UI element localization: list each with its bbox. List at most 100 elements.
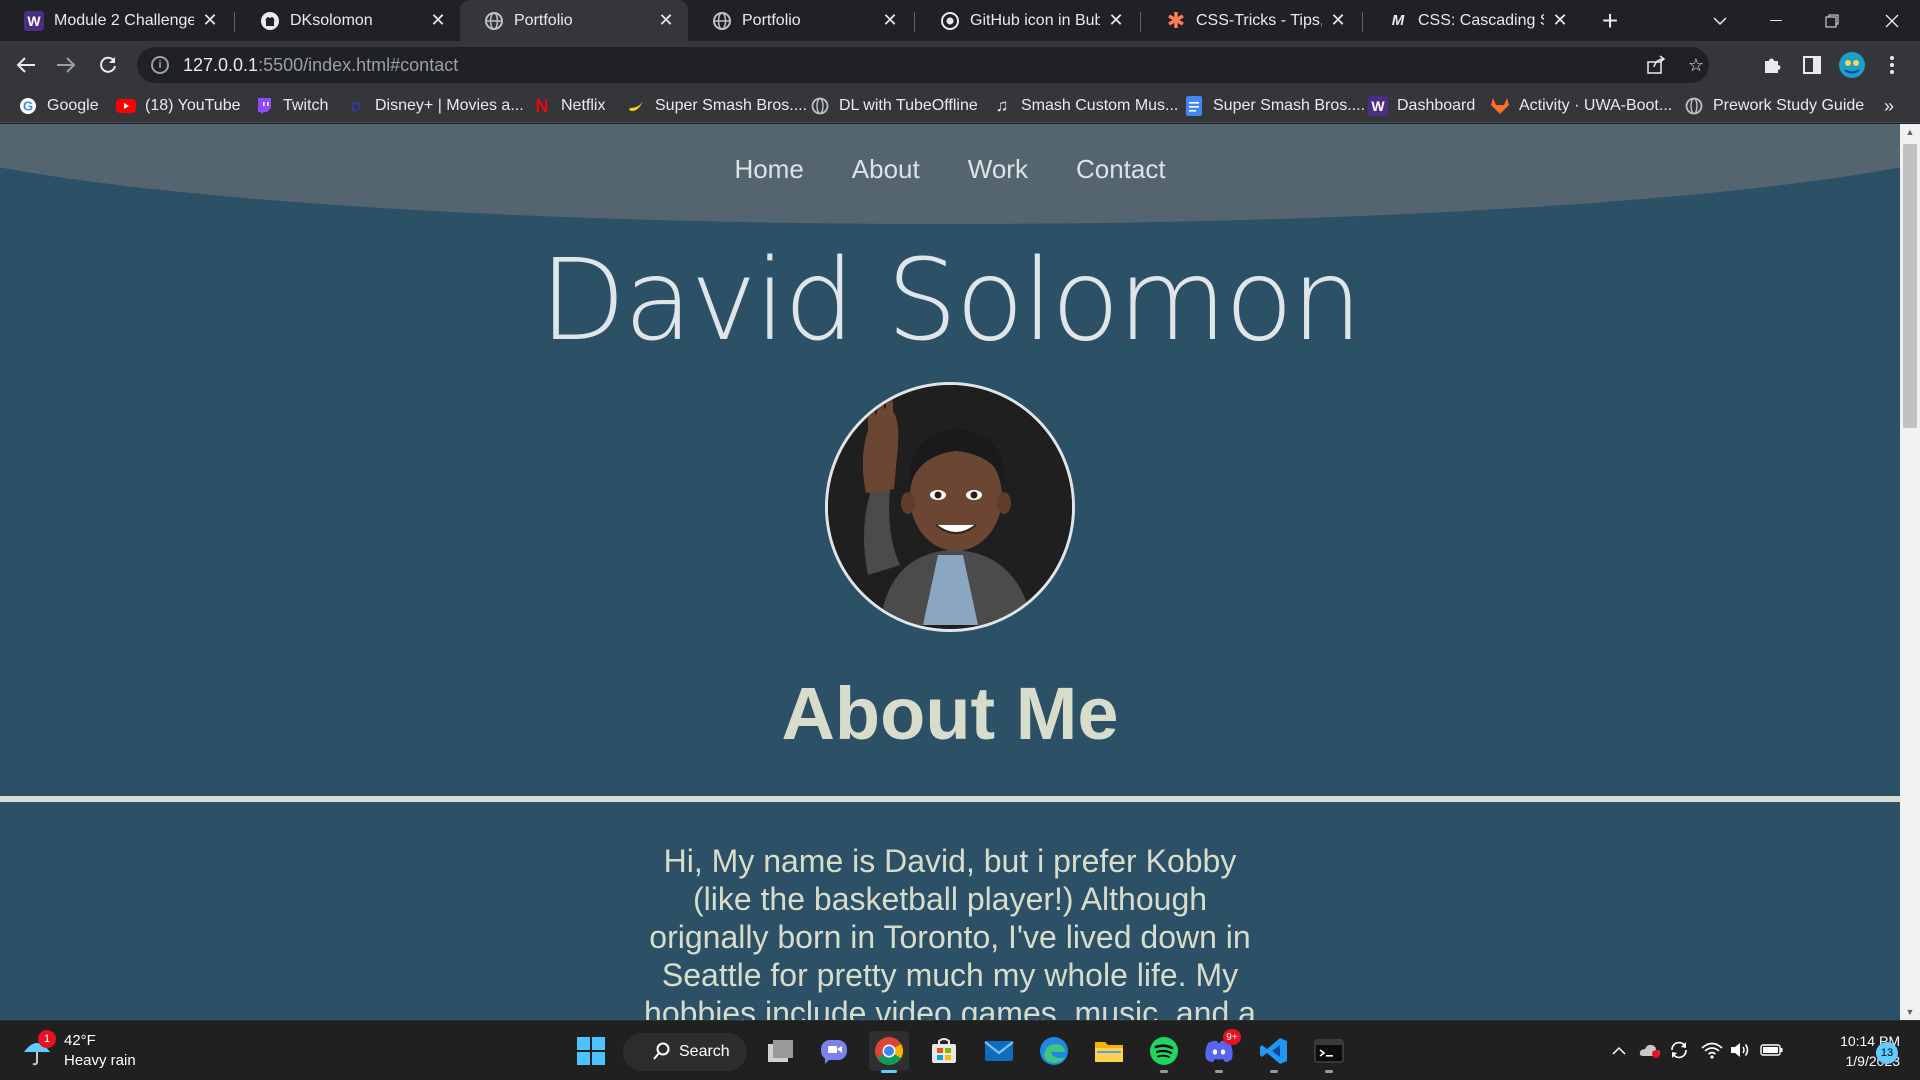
forward-arrow-icon[interactable] bbox=[50, 49, 82, 81]
nav-link-work[interactable]: Work bbox=[968, 154, 1028, 185]
bookmark-netflix[interactable]: N Netflix bbox=[532, 94, 606, 118]
bookmark-youtube[interactable]: (18) YouTube bbox=[116, 94, 240, 118]
notification-count-badge[interactable]: 13 bbox=[1876, 1042, 1898, 1064]
back-arrow-icon[interactable] bbox=[10, 49, 42, 81]
edge-icon[interactable] bbox=[1034, 1031, 1074, 1071]
scroll-up-arrow-icon[interactable]: ▲ bbox=[1900, 124, 1920, 140]
bookmark-tubeoffline[interactable]: DL with TubeOffline bbox=[810, 94, 978, 118]
reload-icon[interactable] bbox=[92, 49, 124, 81]
tab-close-icon[interactable]: ✕ bbox=[428, 10, 448, 31]
tab-separator bbox=[914, 12, 915, 32]
site-info-icon[interactable]: i bbox=[151, 56, 169, 74]
side-panel-icon[interactable] bbox=[1796, 49, 1828, 81]
nav-link-contact[interactable]: Contact bbox=[1076, 154, 1166, 185]
address-bar[interactable]: i 127.0.0.1:5500/index.html#contact ☆ bbox=[137, 47, 1709, 83]
tab-close-icon[interactable]: ✕ bbox=[880, 10, 900, 31]
tab-portfolio-active[interactable]: Portfolio ✕ bbox=[460, 0, 688, 41]
bookmark-label: Disney+ | Movies a... bbox=[375, 97, 524, 114]
wifi-icon[interactable] bbox=[1700, 1037, 1724, 1063]
tab-dksolomon[interactable]: DKsolomon ✕ bbox=[236, 0, 460, 41]
gitlab-icon bbox=[1490, 96, 1510, 116]
disney-icon: D bbox=[351, 98, 361, 114]
bookmark-google[interactable]: G Google bbox=[18, 94, 99, 118]
bookmark-label: Super Smash Bros.... bbox=[655, 97, 808, 114]
tab-css-tricks[interactable]: ✱ CSS-Tricks - Tips, Tricks ✕ bbox=[1142, 0, 1360, 41]
scroll-down-arrow-icon[interactable]: ▼ bbox=[1900, 1004, 1920, 1020]
bookmark-gitlab-activity[interactable]: Activity · UWA-Boot... bbox=[1490, 94, 1672, 118]
file-explorer-icon[interactable] bbox=[1089, 1031, 1129, 1071]
mail-icon[interactable] bbox=[979, 1031, 1019, 1071]
doc-icon bbox=[1184, 96, 1204, 116]
task-view-icon[interactable] bbox=[760, 1031, 800, 1071]
extensions-puzzle-icon[interactable] bbox=[1756, 49, 1788, 81]
chrome-icon[interactable] bbox=[869, 1031, 909, 1073]
bookmark-smash-music[interactable]: ♫ Smash Custom Mus... bbox=[992, 94, 1179, 118]
minimize-icon[interactable] bbox=[1748, 0, 1804, 41]
tab-title: Module 2 Challenge bbox=[54, 11, 194, 29]
nav-link-about[interactable]: About bbox=[852, 154, 920, 185]
bookmarks-overflow-button[interactable]: » bbox=[1884, 94, 1894, 118]
bookmark-twitch[interactable]: Twitch bbox=[254, 94, 328, 118]
weather-alert-badge: 1 bbox=[38, 1030, 56, 1048]
tab-strip: W Module 2 Challenge ✕ DKsolomon ✕ Portf… bbox=[0, 0, 1920, 41]
windows-start-icon[interactable] bbox=[571, 1031, 611, 1071]
bookmark-prework[interactable]: Prework Study Guide bbox=[1684, 94, 1864, 118]
scrollbar-thumb[interactable] bbox=[1903, 144, 1917, 428]
new-tab-button[interactable]: + bbox=[1584, 0, 1636, 41]
teams-chat-icon[interactable] bbox=[814, 1031, 854, 1071]
svg-text:G: G bbox=[23, 99, 33, 114]
weather-desc: Heavy rain bbox=[64, 1052, 136, 1069]
tab-close-icon[interactable]: ✕ bbox=[656, 10, 676, 31]
tab-module-2-challenge[interactable]: W Module 2 Challenge ✕ bbox=[0, 0, 232, 41]
asterisk-icon: ✱ bbox=[1166, 7, 1186, 33]
share-icon[interactable] bbox=[1645, 54, 1667, 76]
tab-close-icon[interactable]: ✕ bbox=[1106, 10, 1126, 31]
sync-icon[interactable] bbox=[1667, 1037, 1691, 1063]
tray-overflow-chevron-icon[interactable] bbox=[1607, 1037, 1631, 1063]
terminal-icon[interactable] bbox=[1309, 1031, 1349, 1073]
globe-icon bbox=[1684, 96, 1704, 116]
bookmark-smash-1[interactable]: Super Smash Bros.... bbox=[626, 94, 807, 118]
running-indicator bbox=[1160, 1070, 1168, 1073]
bookmark-label: Prework Study Guide bbox=[1713, 97, 1865, 114]
tab-close-icon[interactable]: ✕ bbox=[1550, 10, 1570, 31]
tab-github-icon-bubble[interactable]: GitHub icon in Bubble ✕ bbox=[916, 0, 1138, 41]
tab-search-chevron-icon[interactable] bbox=[1692, 0, 1748, 41]
weather-widget[interactable]: 1 42°F Heavy rain bbox=[22, 1029, 136, 1073]
tab-css-mdn[interactable]: M CSS: Cascading Style Sheets ✕ bbox=[1364, 0, 1582, 41]
tab-close-icon[interactable]: ✕ bbox=[1328, 10, 1348, 31]
browser-toolbar: i 127.0.0.1:5500/index.html#contact ☆ bbox=[0, 41, 1920, 89]
bookmark-label: Twitch bbox=[283, 97, 329, 114]
profile-avatar[interactable] bbox=[1836, 49, 1868, 81]
volume-icon[interactable] bbox=[1728, 1037, 1752, 1063]
close-window-icon[interactable] bbox=[1864, 0, 1920, 41]
twitch-icon bbox=[254, 96, 274, 116]
nav-link-home[interactable]: Home bbox=[734, 154, 803, 185]
tab-portfolio[interactable]: Portfolio ✕ bbox=[688, 0, 912, 41]
bookmark-disney[interactable]: D Disney+ | Movies a... bbox=[346, 94, 524, 118]
mdn-icon: M bbox=[1391, 12, 1405, 29]
discord-icon[interactable]: 9+ bbox=[1199, 1029, 1241, 1073]
bookmark-star-icon[interactable]: ☆ bbox=[1685, 54, 1707, 76]
w-icon: W bbox=[24, 10, 44, 31]
chrome-menu-icon[interactable] bbox=[1876, 49, 1908, 81]
restore-icon[interactable] bbox=[1804, 0, 1860, 41]
windows-taskbar: 1 42°F Heavy rain Search 9+ 10:14 PM 1/9… bbox=[0, 1020, 1920, 1080]
spotify-icon[interactable] bbox=[1144, 1031, 1184, 1073]
google-icon: G bbox=[18, 96, 38, 116]
search-label: Search bbox=[679, 1043, 730, 1060]
vscode-icon[interactable] bbox=[1254, 1031, 1294, 1073]
discord-badge: 9+ bbox=[1223, 1029, 1241, 1045]
tab-title: Portfolio bbox=[742, 11, 801, 29]
store-icon[interactable] bbox=[924, 1031, 964, 1071]
running-indicator bbox=[1215, 1070, 1223, 1073]
bookmark-label: Netflix bbox=[561, 97, 606, 114]
taskbar-search-box[interactable]: Search bbox=[623, 1033, 747, 1071]
onedrive-icon[interactable] bbox=[1638, 1037, 1662, 1063]
tab-separator bbox=[234, 12, 235, 32]
tab-close-icon[interactable]: ✕ bbox=[200, 10, 220, 31]
page-scrollbar[interactable]: ▲ ▼ bbox=[1900, 124, 1920, 1020]
bookmark-dashboard[interactable]: W Dashboard bbox=[1368, 94, 1475, 118]
bookmark-smash-2[interactable]: Super Smash Bros.... bbox=[1184, 94, 1365, 118]
battery-icon[interactable] bbox=[1760, 1037, 1784, 1063]
